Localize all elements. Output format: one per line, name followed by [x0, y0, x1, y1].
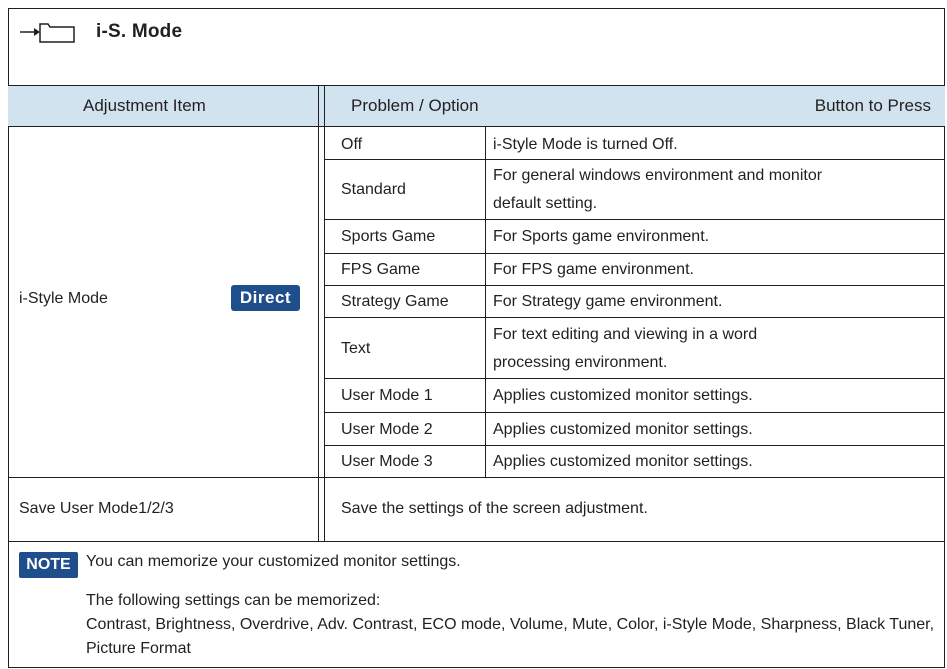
option-user-mode-2: User Mode 2	[341, 421, 433, 438]
desc-standard: For general windows environment and moni…	[493, 167, 823, 184]
note-text: You can memorize your customized monitor…	[86, 553, 461, 570]
desc-text: For text editing and viewing in a word	[493, 326, 758, 343]
note-subheading: The following settings can be memorized:	[86, 592, 381, 609]
arrow-into-folder-icon	[20, 23, 75, 43]
desc-off: i-Style Mode is turned Off.	[493, 136, 678, 153]
column-divider	[324, 85, 325, 541]
desc-user-mode-2: Applies customized monitor settings.	[493, 421, 753, 438]
note-settings-list: Contrast, Brightness, Overdrive, Adv. Co…	[86, 616, 935, 657]
section-title: i-S. Mode	[96, 21, 183, 42]
direct-button-badge: Direct	[231, 285, 300, 311]
option-fps-game: FPS Game	[341, 261, 421, 278]
option-user-mode-1: User Mode 1	[341, 387, 433, 404]
row-divider	[324, 412, 945, 413]
option-user-mode-3: User Mode 3	[341, 453, 433, 470]
row-divider	[324, 378, 945, 379]
desc-user-mode-1: Applies customized monitor settings.	[493, 387, 753, 404]
save-user-mode-desc: Save the settings of the screen adjustme…	[341, 500, 648, 517]
option-standard: Standard	[341, 181, 406, 198]
column-divider	[318, 85, 319, 541]
section-divider	[8, 477, 945, 478]
row-divider	[324, 159, 945, 160]
option-strategy-game: Strategy Game	[341, 293, 449, 310]
note-badge: NOTE	[19, 552, 78, 578]
desc-standard-cont: default setting.	[493, 195, 598, 212]
header-adjustment-item: Adjustment Item	[83, 96, 206, 115]
row-divider	[324, 253, 945, 254]
row-divider	[324, 445, 945, 446]
header-problem-option: Problem / Option	[351, 96, 479, 115]
table-header: Adjustment Item Problem / Option Button …	[8, 85, 945, 127]
desc-user-mode-3: Applies customized monitor settings.	[493, 453, 753, 470]
option-divider	[485, 127, 486, 477]
desc-text-cont: processing environment.	[493, 354, 668, 371]
option-text: Text	[341, 340, 371, 357]
desc-fps-game: For FPS game environment.	[493, 261, 694, 278]
row-divider	[324, 219, 945, 220]
option-off: Off	[341, 136, 363, 153]
note-details: The following settings can be memorized:…	[86, 589, 936, 661]
save-user-mode-label: Save User Mode1/2/3	[19, 500, 174, 517]
section-title-row: i-S. Mode	[18, 20, 182, 44]
section-divider	[8, 541, 945, 542]
header-button-to-press: Button to Press	[814, 96, 931, 115]
desc-sports-game: For Sports game environment.	[493, 228, 710, 245]
desc-strategy-game: For Strategy game environment.	[493, 293, 723, 310]
option-sports-game: Sports Game	[341, 228, 436, 245]
row-divider	[324, 285, 945, 286]
istyle-mode-label: i-Style Mode	[19, 290, 108, 307]
row-divider	[324, 317, 945, 318]
